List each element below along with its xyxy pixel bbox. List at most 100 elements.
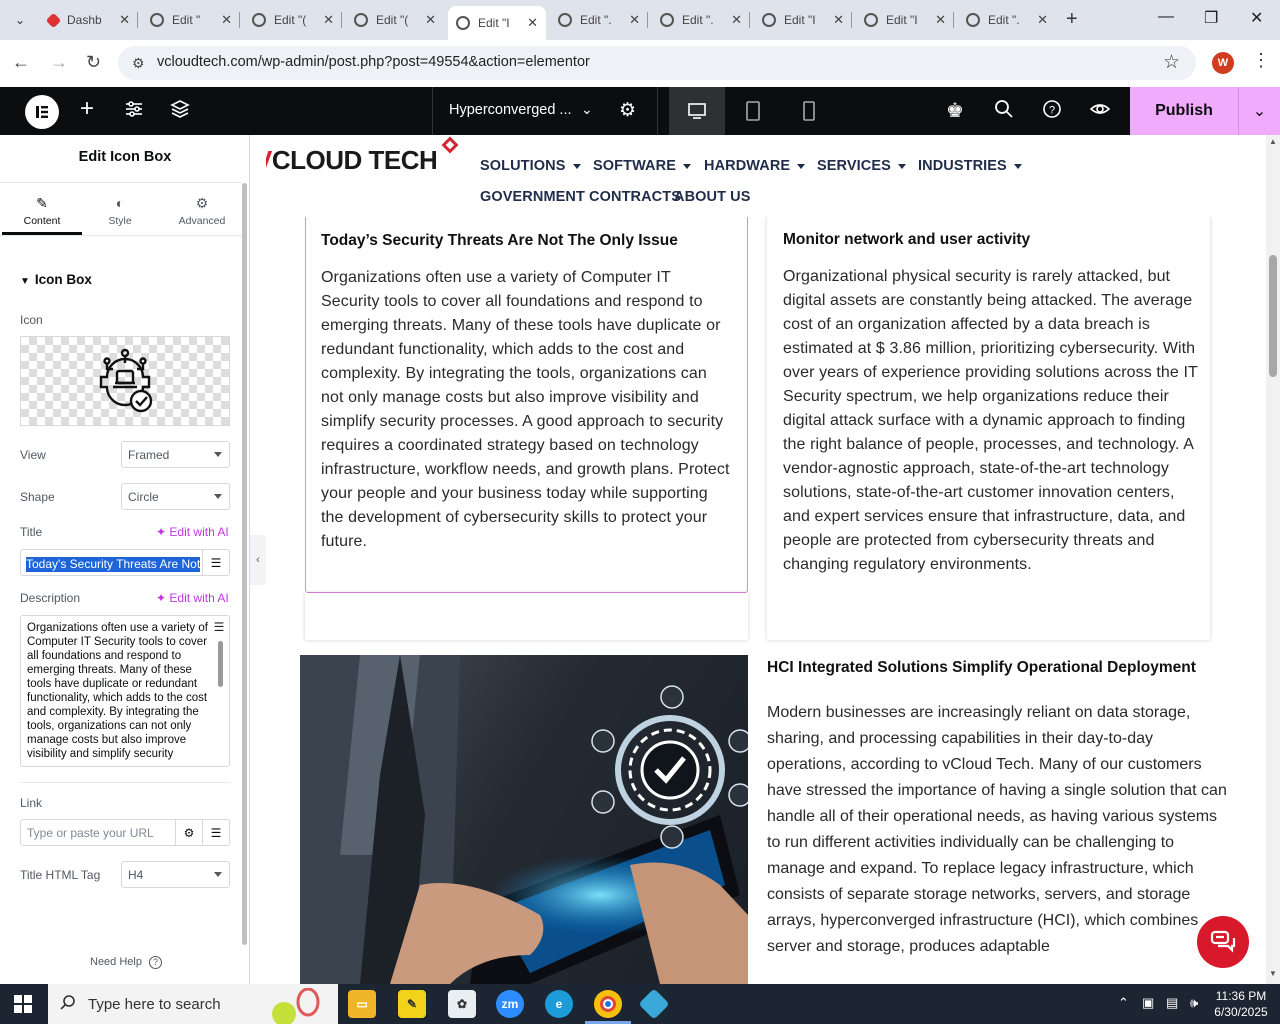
- menu-about-us[interactable]: ABOUT US: [674, 189, 751, 205]
- close-tab-icon[interactable]: ✕: [323, 12, 334, 28]
- taskbar-search-box[interactable]: Type here to search: [48, 984, 338, 1026]
- vcloud-tech-logo[interactable]: VCLOUD TECH: [266, 145, 438, 176]
- browser-tab[interactable]: Edit ". ✕: [652, 6, 750, 34]
- show-hidden-icons[interactable]: ⌃: [1118, 995, 1129, 1011]
- tablet-view-button[interactable]: [725, 87, 781, 135]
- close-window-button[interactable]: ✕: [1250, 8, 1263, 28]
- edge-icon[interactable]: e: [545, 990, 573, 1018]
- view-select[interactable]: Framed: [121, 441, 230, 468]
- canvas-scrollbar[interactable]: ▲ ▼: [1266, 135, 1280, 984]
- url-field[interactable]: ⚙ vcloudtech.com/wp-admin/post.php?post=…: [118, 46, 1196, 80]
- zoom-icon[interactable]: zm: [496, 990, 524, 1018]
- chrome-icon[interactable]: [594, 990, 622, 1018]
- tab-advanced[interactable]: ⚙ Advanced: [162, 183, 242, 235]
- browser-tab[interactable]: Dashb ✕: [40, 6, 138, 34]
- new-tab-button[interactable]: +: [1066, 8, 1078, 31]
- database-icon[interactable]: ☰: [211, 620, 227, 636]
- browser-tab[interactable]: Edit " ✕: [142, 6, 240, 34]
- browser-tab[interactable]: Edit "I ✕: [754, 6, 852, 34]
- add-element-icon[interactable]: +: [80, 97, 94, 121]
- app-icon[interactable]: [638, 988, 670, 1020]
- elementor-logo-icon[interactable]: [25, 95, 59, 129]
- menu-industries[interactable]: INDUSTRIES: [918, 158, 1022, 174]
- edit-with-ai-title-button[interactable]: ✦ Edit with AI: [156, 525, 229, 539]
- page-selector[interactable]: Hyperconverged ... ⌄ ⚙: [432, 87, 658, 135]
- help-icon[interactable]: ?: [1042, 99, 1062, 125]
- browser-tab[interactable]: Edit ". ✕: [550, 6, 648, 34]
- menu-hardware[interactable]: HARDWARE: [704, 158, 806, 174]
- section-toggle-icon-box[interactable]: ▼ Icon Box: [20, 272, 92, 287]
- sticky-notes-icon[interactable]: ✎: [398, 990, 426, 1018]
- close-tab-icon[interactable]: ✕: [119, 12, 130, 28]
- tab-style[interactable]: ◐ Style: [80, 183, 160, 235]
- link-options-button[interactable]: ⚙: [175, 819, 203, 846]
- title-html-tag-select[interactable]: H4: [121, 861, 230, 888]
- wifi-icon[interactable]: ▤: [1166, 995, 1178, 1011]
- page-settings-gear-icon[interactable]: ⚙: [619, 99, 636, 122]
- minimize-button[interactable]: —: [1158, 8, 1174, 26]
- close-tab-icon[interactable]: ✕: [221, 12, 232, 28]
- icon-box-security-threats[interactable]: Today’s Security Threats Are Not The Onl…: [305, 195, 748, 593]
- panel-scrollbar[interactable]: [242, 183, 247, 945]
- publish-options-button[interactable]: ⌄: [1238, 87, 1280, 135]
- browser-tab[interactable]: Edit ". ✕: [958, 6, 1056, 34]
- back-button[interactable]: ←: [12, 52, 30, 73]
- search-icon[interactable]: [994, 99, 1014, 125]
- menu-software[interactable]: SOFTWARE: [593, 158, 691, 174]
- reload-button[interactable]: ↻: [86, 52, 101, 73]
- windows-start-icon[interactable]: [14, 995, 32, 1018]
- menu-solutions[interactable]: SOLUTIONS: [480, 158, 581, 174]
- menu-government-contracts[interactable]: GOVERNMENT CONTRACTS: [480, 189, 681, 205]
- icon-box-monitor-network[interactable]: Monitor network and user activity Organi…: [767, 195, 1210, 640]
- card-footer: [305, 593, 748, 640]
- tab-search-button[interactable]: ⌄: [6, 6, 34, 34]
- close-tab-icon[interactable]: ✕: [527, 15, 538, 31]
- link-input[interactable]: Type or paste your URL: [20, 819, 176, 846]
- menu-services[interactable]: SERVICES: [817, 158, 906, 174]
- close-tab-icon[interactable]: ✕: [833, 12, 844, 28]
- forward-button[interactable]: →: [50, 52, 68, 73]
- profile-avatar[interactable]: W: [1212, 52, 1234, 74]
- restore-button[interactable]: ❐: [1204, 8, 1218, 28]
- textarea-scrollbar[interactable]: [218, 641, 223, 687]
- paint-icon[interactable]: ✿: [448, 990, 476, 1018]
- file-explorer-icon[interactable]: ▭: [348, 990, 376, 1018]
- preview-eye-icon[interactable]: [1089, 99, 1111, 125]
- system-clock[interactable]: 11:36 PM 6/30/2025: [1210, 988, 1272, 1020]
- network-warning-icon[interactable]: ▣: [1142, 995, 1154, 1011]
- dynamic-tags-button[interactable]: ☰: [202, 549, 230, 576]
- description-textarea[interactable]: Organizations often use a variety of Com…: [20, 615, 230, 767]
- desktop-view-button[interactable]: [669, 87, 725, 135]
- canvas-scroll-thumb[interactable]: [1269, 255, 1277, 377]
- icon-picker-preview[interactable]: [20, 336, 230, 426]
- scroll-up-arrow-icon[interactable]: ▲: [1269, 137, 1277, 146]
- close-tab-icon[interactable]: ✕: [731, 12, 742, 28]
- browser-tab-active[interactable]: Edit "I ✕: [448, 6, 546, 40]
- notifications-icon[interactable]: ♚: [946, 99, 964, 123]
- browser-tab[interactable]: Edit "I ✕: [856, 6, 954, 34]
- need-help-link[interactable]: Need Help ?: [90, 956, 163, 969]
- collapse-panel-button[interactable]: ‹: [250, 535, 266, 585]
- publish-button[interactable]: Publish: [1130, 87, 1238, 135]
- edit-with-ai-description-button[interactable]: ✦ Edit with AI: [156, 591, 229, 605]
- close-tab-icon[interactable]: ✕: [629, 12, 640, 28]
- close-tab-icon[interactable]: ✕: [425, 12, 436, 28]
- scroll-down-arrow-icon[interactable]: ▼: [1269, 969, 1277, 978]
- title-input[interactable]: Today's Security Threats Are Not: [20, 549, 202, 576]
- browser-tab[interactable]: Edit "( ✕: [346, 6, 444, 34]
- site-settings-icon[interactable]: [124, 99, 144, 125]
- browser-tab[interactable]: Edit "( ✕: [244, 6, 342, 34]
- volume-icon[interactable]: 🕪: [1190, 995, 1198, 1011]
- caret-down-icon: [214, 452, 222, 457]
- chat-widget-button[interactable]: [1197, 916, 1249, 968]
- bookmark-star-icon[interactable]: ☆: [1163, 51, 1180, 74]
- close-tab-icon[interactable]: ✕: [935, 12, 946, 28]
- link-dynamic-tags-button[interactable]: ☰: [202, 819, 230, 846]
- site-info-icon[interactable]: ⚙: [132, 55, 145, 72]
- close-tab-icon[interactable]: ✕: [1037, 12, 1048, 28]
- shape-select[interactable]: Circle: [121, 483, 230, 510]
- layers-icon[interactable]: [170, 99, 190, 125]
- tab-content[interactable]: ✎ Content: [2, 183, 82, 235]
- browser-menu-icon[interactable]: ⋮: [1252, 50, 1270, 71]
- mobile-view-button[interactable]: [781, 87, 837, 135]
